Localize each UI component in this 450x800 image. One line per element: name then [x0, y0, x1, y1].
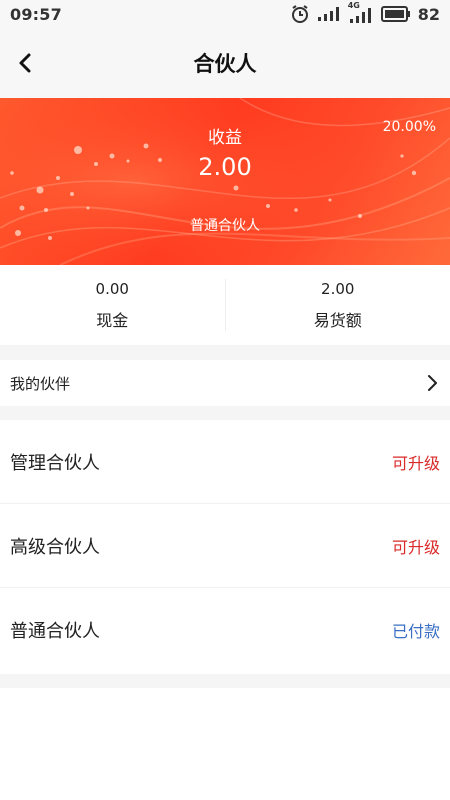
signal-icon: [317, 6, 341, 22]
stat-cash[interactable]: 0.00 现金: [0, 265, 225, 345]
status-time: 09:57: [10, 4, 62, 24]
my-partners-label: 我的伙伴: [10, 374, 71, 393]
upgrade-link[interactable]: 可升级: [392, 534, 440, 558]
balance-stats: 0.00 现金 2.00 易货额: [0, 265, 450, 345]
earnings-banner: 20.00% 收益 2.00 普通合伙人: [0, 98, 450, 265]
level-name: 高级合伙人: [10, 536, 100, 558]
battery-level: 82: [417, 4, 440, 24]
alarm-icon: [290, 4, 310, 24]
level-item-senior[interactable]: 高级合伙人 可升级: [0, 504, 450, 588]
page-title: 合伙人: [193, 52, 257, 76]
battery-icon: [380, 6, 411, 22]
page-bottom-area: [0, 688, 450, 800]
status-bar: 09:57 4G 82: [0, 0, 450, 28]
stat-cash-value: 0.00: [95, 279, 129, 298]
level-name: 普通合伙人: [10, 621, 100, 642]
earnings-amount: 2.00: [198, 153, 252, 181]
level-item-management[interactable]: 管理合伙人 可升级: [0, 420, 450, 504]
stat-barter-label: 易货额: [313, 310, 362, 330]
level-name: 管理合伙人: [10, 452, 100, 474]
level-item-regular[interactable]: 普通合伙人 已付款: [0, 588, 450, 672]
page-header: 合伙人: [0, 28, 450, 98]
stat-barter[interactable]: 2.00 易货额: [226, 265, 450, 345]
chevron-left-icon: [19, 53, 31, 73]
paid-status-badge: 已付款: [391, 622, 440, 641]
earnings-label: 收益: [208, 128, 242, 148]
signal-4g-icon: 4G: [348, 1, 374, 24]
back-button[interactable]: [10, 48, 40, 78]
partner-levels-list: 管理合伙人 可升级 高级合伙人 可升级 普通合伙人 已付款: [0, 420, 450, 674]
my-partners-row[interactable]: 我的伙伴: [0, 360, 450, 406]
status-icons: 4G 82: [290, 1, 440, 24]
stat-cash-label: 现金: [96, 310, 129, 330]
upgrade-link[interactable]: 可升级: [392, 450, 440, 474]
partner-level-label: 普通合伙人: [190, 218, 260, 234]
chevron-right-icon: [428, 375, 437, 391]
stat-barter-value: 2.00: [321, 279, 355, 298]
